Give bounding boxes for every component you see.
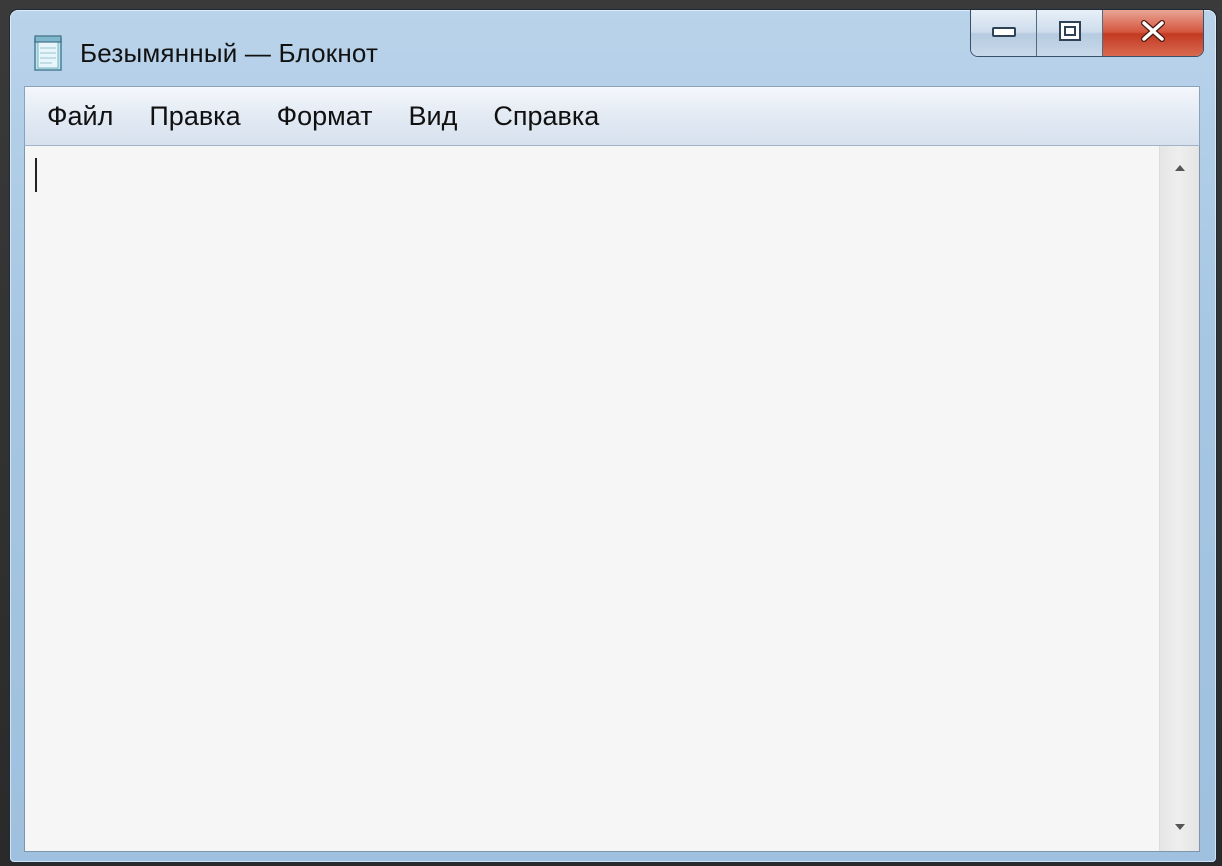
close-button[interactable] [1103, 10, 1203, 56]
arrow-down-icon [1173, 819, 1187, 837]
menu-view[interactable]: Вид [409, 101, 458, 132]
scroll-up-button[interactable] [1160, 152, 1200, 186]
desktop: Безымянный — Блокнот Файл Правка Формат … [0, 0, 1222, 866]
close-icon [1139, 19, 1167, 48]
minimize-icon [991, 24, 1017, 43]
menu-bar: Файл Правка Формат Вид Справка [24, 86, 1200, 146]
menu-file[interactable]: Файл [47, 101, 113, 132]
editor-frame [24, 146, 1200, 852]
arrow-up-icon [1173, 160, 1187, 178]
text-editor[interactable] [25, 146, 1159, 851]
notepad-icon[interactable] [32, 34, 66, 72]
title-bar[interactable]: Безымянный — Блокнот [10, 10, 1216, 86]
scroll-down-button[interactable] [1160, 811, 1200, 845]
maximize-button[interactable] [1037, 10, 1103, 56]
menu-edit[interactable]: Правка [149, 101, 240, 132]
vertical-scrollbar[interactable] [1159, 146, 1199, 851]
caption-buttons [970, 10, 1204, 57]
maximize-icon [1058, 20, 1082, 47]
window-title: Безымянный — Блокнот [80, 38, 379, 68]
menu-format[interactable]: Формат [277, 101, 373, 132]
text-caret [35, 158, 37, 192]
minimize-button[interactable] [971, 10, 1037, 56]
menu-help[interactable]: Справка [493, 101, 599, 132]
notepad-window: Безымянный — Блокнот Файл Правка Формат … [10, 10, 1216, 862]
